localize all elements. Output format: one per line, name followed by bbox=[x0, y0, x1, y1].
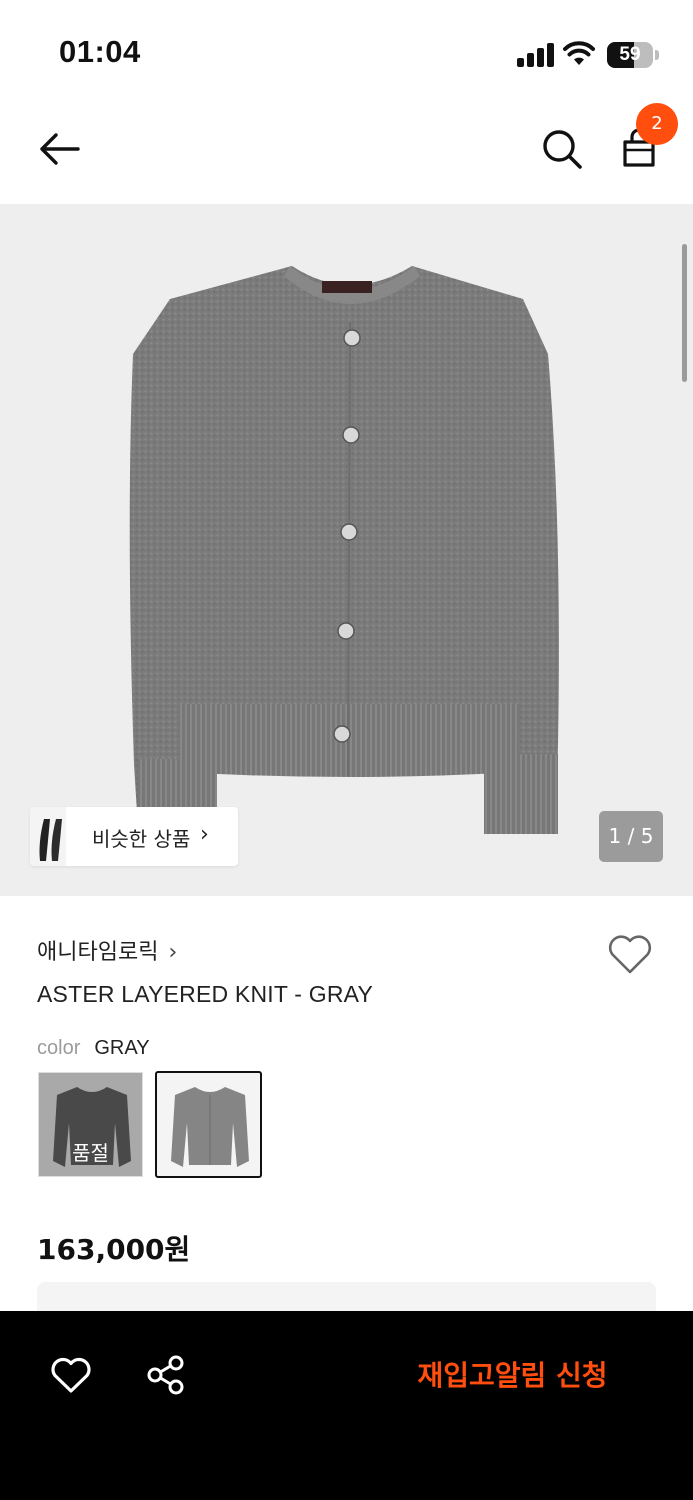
similar-products-label: 비슷한 상품 bbox=[92, 827, 191, 851]
product-price: 163,000원 bbox=[37, 1233, 191, 1266]
similar-products-button[interactable]: 비슷한 상품 › bbox=[30, 807, 238, 866]
product-name: ASTER LAYERED KNIT - GRAY bbox=[37, 981, 374, 1007]
color-swatch-gray[interactable] bbox=[155, 1071, 262, 1178]
status-time: 01:04 bbox=[59, 34, 141, 69]
brand-name: 애니타임로릭 bbox=[37, 940, 159, 965]
color-swatch-black[interactable]: 품절 bbox=[38, 1072, 143, 1177]
sold-out-label: 품절 bbox=[72, 1141, 109, 1165]
brand-link[interactable]: 애니타임로릭 › bbox=[37, 934, 177, 966]
heart-icon[interactable] bbox=[606, 932, 654, 976]
similar-product-thumbnail bbox=[30, 807, 94, 866]
status-bar: 01:04 59 bbox=[0, 0, 693, 100]
wifi-icon bbox=[563, 41, 595, 65]
search-icon[interactable] bbox=[538, 125, 586, 173]
bottom-action-bar: 재입고알림 신청 bbox=[0, 1311, 693, 1500]
app-header: 2 bbox=[0, 100, 693, 204]
share-icon[interactable] bbox=[145, 1354, 187, 1396]
battery-icon: 59 bbox=[607, 42, 659, 68]
selected-color: GRAY bbox=[94, 1037, 150, 1059]
heart-icon[interactable] bbox=[49, 1355, 93, 1395]
image-page-indicator: 1 / 5 bbox=[599, 811, 663, 862]
product-image-gallery[interactable]: 비슷한 상품 › 1 / 5 bbox=[0, 204, 693, 896]
restock-alert-button[interactable]: 재입고알림 신청 bbox=[395, 1351, 630, 1401]
product-image-cardigan bbox=[129, 266, 559, 834]
battery-percent: 59 bbox=[619, 44, 641, 65]
image-scrollbar[interactable] bbox=[682, 244, 687, 382]
color-label: color bbox=[37, 1037, 81, 1059]
chevron-right-icon: › bbox=[200, 822, 209, 847]
cellular-signal-icon bbox=[517, 43, 555, 67]
back-arrow-icon[interactable] bbox=[34, 127, 84, 171]
cart-count-badge: 2 bbox=[636, 103, 678, 145]
chevron-right-icon: › bbox=[168, 940, 178, 965]
color-row: color GRAY bbox=[37, 1037, 150, 1060]
